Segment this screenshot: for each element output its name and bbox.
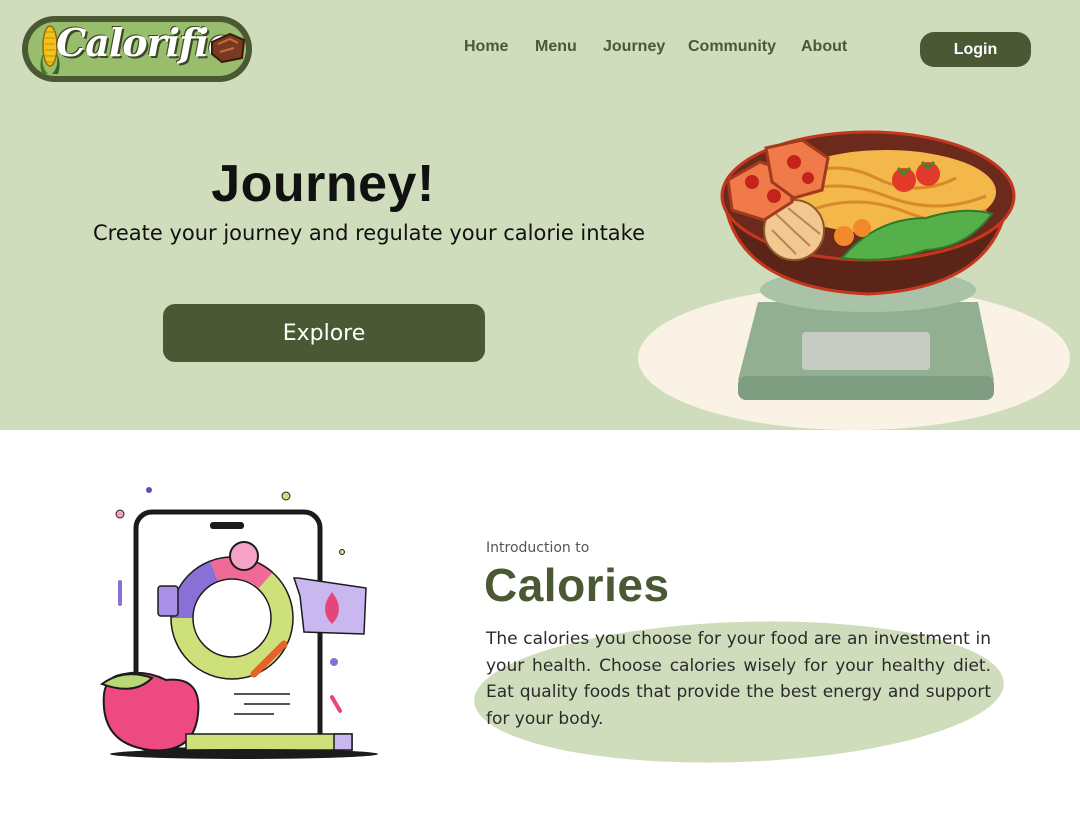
nav-about[interactable]: About (801, 38, 847, 56)
intro-title: Calories (484, 559, 670, 611)
phone-nutrition-illustration (99, 487, 378, 759)
explore-button[interactable]: Explore (163, 304, 485, 362)
nav-journey[interactable]: Journey (603, 38, 665, 56)
hero-subtitle: Create your journey and regulate your ca… (92, 221, 646, 245)
logo-text: Calorific (56, 20, 231, 65)
meat-icon (211, 32, 246, 64)
page-title: Journey! (211, 155, 435, 213)
brand-logo[interactable]: Calorific (22, 16, 252, 82)
hero-section: Calorific Home Menu Journey Community Ab… (0, 0, 1080, 430)
food-bowl-illustration (638, 130, 1070, 430)
nav-home[interactable]: Home (464, 38, 508, 56)
intro-label: Introduction to (486, 540, 590, 556)
nav-community[interactable]: Community (688, 38, 776, 56)
nav-menu[interactable]: Menu (535, 38, 577, 56)
intro-body: The calories you choose for your food ar… (486, 629, 991, 729)
login-button[interactable]: Login (920, 32, 1031, 67)
